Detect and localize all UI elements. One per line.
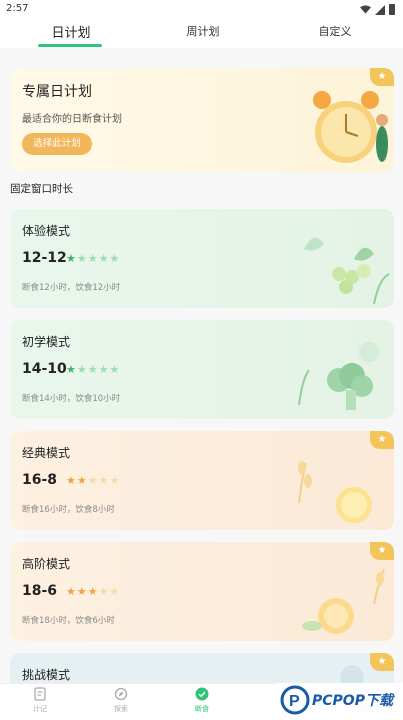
star-filled-icon: ★ — [76, 474, 87, 487]
mode-card-advanced[interactable]: 高阶模式 18-6 ★ ★ ★ ★ ★ 断食18小时，饮食6小时 ★ — [10, 542, 394, 641]
mode-description: 断食16小时，饮食8小时 — [22, 505, 115, 515]
select-plan-button[interactable]: 选择此计划 — [22, 133, 92, 155]
mode-name: 高阶模式 — [22, 557, 71, 571]
star-filled-icon: ★ — [66, 585, 76, 598]
star-empty-icon: ★ — [87, 252, 98, 265]
lemon-slice-illustration — [298, 461, 372, 523]
star-empty-icon: ★ — [109, 252, 120, 265]
broccoli-illustration — [298, 342, 379, 410]
star-empty-icon: ★ — [109, 474, 120, 487]
mode-ratio: 14-10 — [22, 361, 67, 377]
pcpop-logo-icon: P — [280, 685, 310, 715]
custom-day-plan-card[interactable]: 专属日计划 最适合你的日断食计划 选择此计划 ★ — [10, 68, 394, 172]
tab-day-plan[interactable]: 日计划 — [40, 22, 102, 41]
compass-icon — [114, 687, 128, 701]
mode-card-classic[interactable]: 经典模式 16-8 ★ ★ ★ ★ ★ 断食16小时，饮食8小时 ★ — [10, 431, 394, 530]
difficulty-stars: ★ ★ ★ ★ ★ — [66, 364, 119, 375]
difficulty-stars: ★ ★ ★ ★ ★ — [66, 475, 119, 486]
mode-card-trial[interactable]: 体验模式 12-12 ★ ★ ★ ★ ★ 断食12小时，饮食12小时 — [10, 209, 394, 308]
star-filled-icon: ★ — [87, 585, 98, 598]
promo-title: 专属日计划 — [22, 84, 92, 100]
nav-label: 计记 — [33, 705, 47, 713]
nav-label: 探索 — [114, 705, 128, 713]
star-filled-icon: ★ — [66, 474, 76, 487]
nav-item-fasting[interactable]: 断食 — [182, 687, 222, 714]
section-title: 固定窗口时长 — [10, 183, 73, 195]
star-empty-icon: ★ — [76, 363, 87, 376]
mode-name: 体验模式 — [22, 224, 71, 238]
difficulty-stars: ★ ★ ★ ★ ★ — [66, 586, 119, 597]
watermark-brand: PCPOP下载 — [312, 693, 393, 709]
star-filled-icon: ★ — [66, 363, 76, 376]
promo-subtitle: 最适合你的日断食计划 — [22, 114, 122, 125]
nav-item-explore[interactable]: 探索 — [101, 687, 141, 714]
status-icons — [360, 4, 395, 15]
star-empty-icon: ★ — [87, 474, 98, 487]
star-empty-icon: ★ — [109, 363, 120, 376]
tab-custom[interactable]: 自定义 — [305, 23, 365, 39]
star-empty-icon: ★ — [98, 363, 109, 376]
mode-name: 初学模式 — [22, 335, 71, 349]
plan-tabs: 日计划 周计划 自定义 — [0, 20, 403, 48]
green-beans-illustration — [304, 237, 390, 305]
star-filled-icon: ★ — [76, 585, 87, 598]
status-bar: 2:57 — [0, 0, 403, 20]
star-empty-icon: ★ — [98, 474, 109, 487]
mode-name: 挑战模式 — [22, 668, 71, 682]
svg-text:P: P — [289, 693, 300, 710]
tab-active-indicator — [38, 44, 102, 47]
mode-ratio: 18-6 — [22, 583, 58, 599]
check-circle-icon — [195, 687, 209, 701]
status-time: 2:57 — [6, 3, 29, 14]
tab-week-plan[interactable]: 周计划 — [173, 23, 233, 39]
star-empty-icon: ★ — [109, 585, 120, 598]
star-filled-icon: ★ — [66, 252, 76, 265]
mode-ratio: 12-12 — [22, 250, 67, 266]
note-icon — [34, 687, 46, 701]
mode-description: 断食14小时，饮食10小时 — [22, 394, 121, 404]
mode-description: 断食12小时，饮食12小时 — [22, 283, 121, 293]
star-empty-icon: ★ — [98, 252, 109, 265]
wifi-icon — [360, 4, 371, 14]
alarm-clock-illustration — [313, 91, 388, 163]
battery-icon — [389, 4, 395, 15]
star-empty-icon: ★ — [87, 363, 98, 376]
mode-name: 经典模式 — [22, 446, 71, 460]
orange-fruit-illustration — [302, 568, 385, 634]
mode-ratio: 16-8 — [22, 472, 58, 488]
star-empty-icon: ★ — [76, 252, 87, 265]
watermark: P PCPOP下载 — [278, 683, 403, 720]
difficulty-stars: ★ ★ ★ ★ ★ — [66, 253, 119, 264]
nav-label: 断食 — [195, 705, 209, 713]
star-empty-icon: ★ — [98, 585, 109, 598]
nav-item-notes[interactable]: 计记 — [20, 687, 60, 714]
mode-description: 断食18小时，饮食6小时 — [22, 616, 115, 626]
signal-icon — [375, 4, 385, 15]
mode-card-beginner[interactable]: 初学模式 14-10 ★ ★ ★ ★ ★ 断食14小时，饮食10小时 — [10, 320, 394, 419]
star-badge-icon: ★ — [370, 68, 394, 86]
